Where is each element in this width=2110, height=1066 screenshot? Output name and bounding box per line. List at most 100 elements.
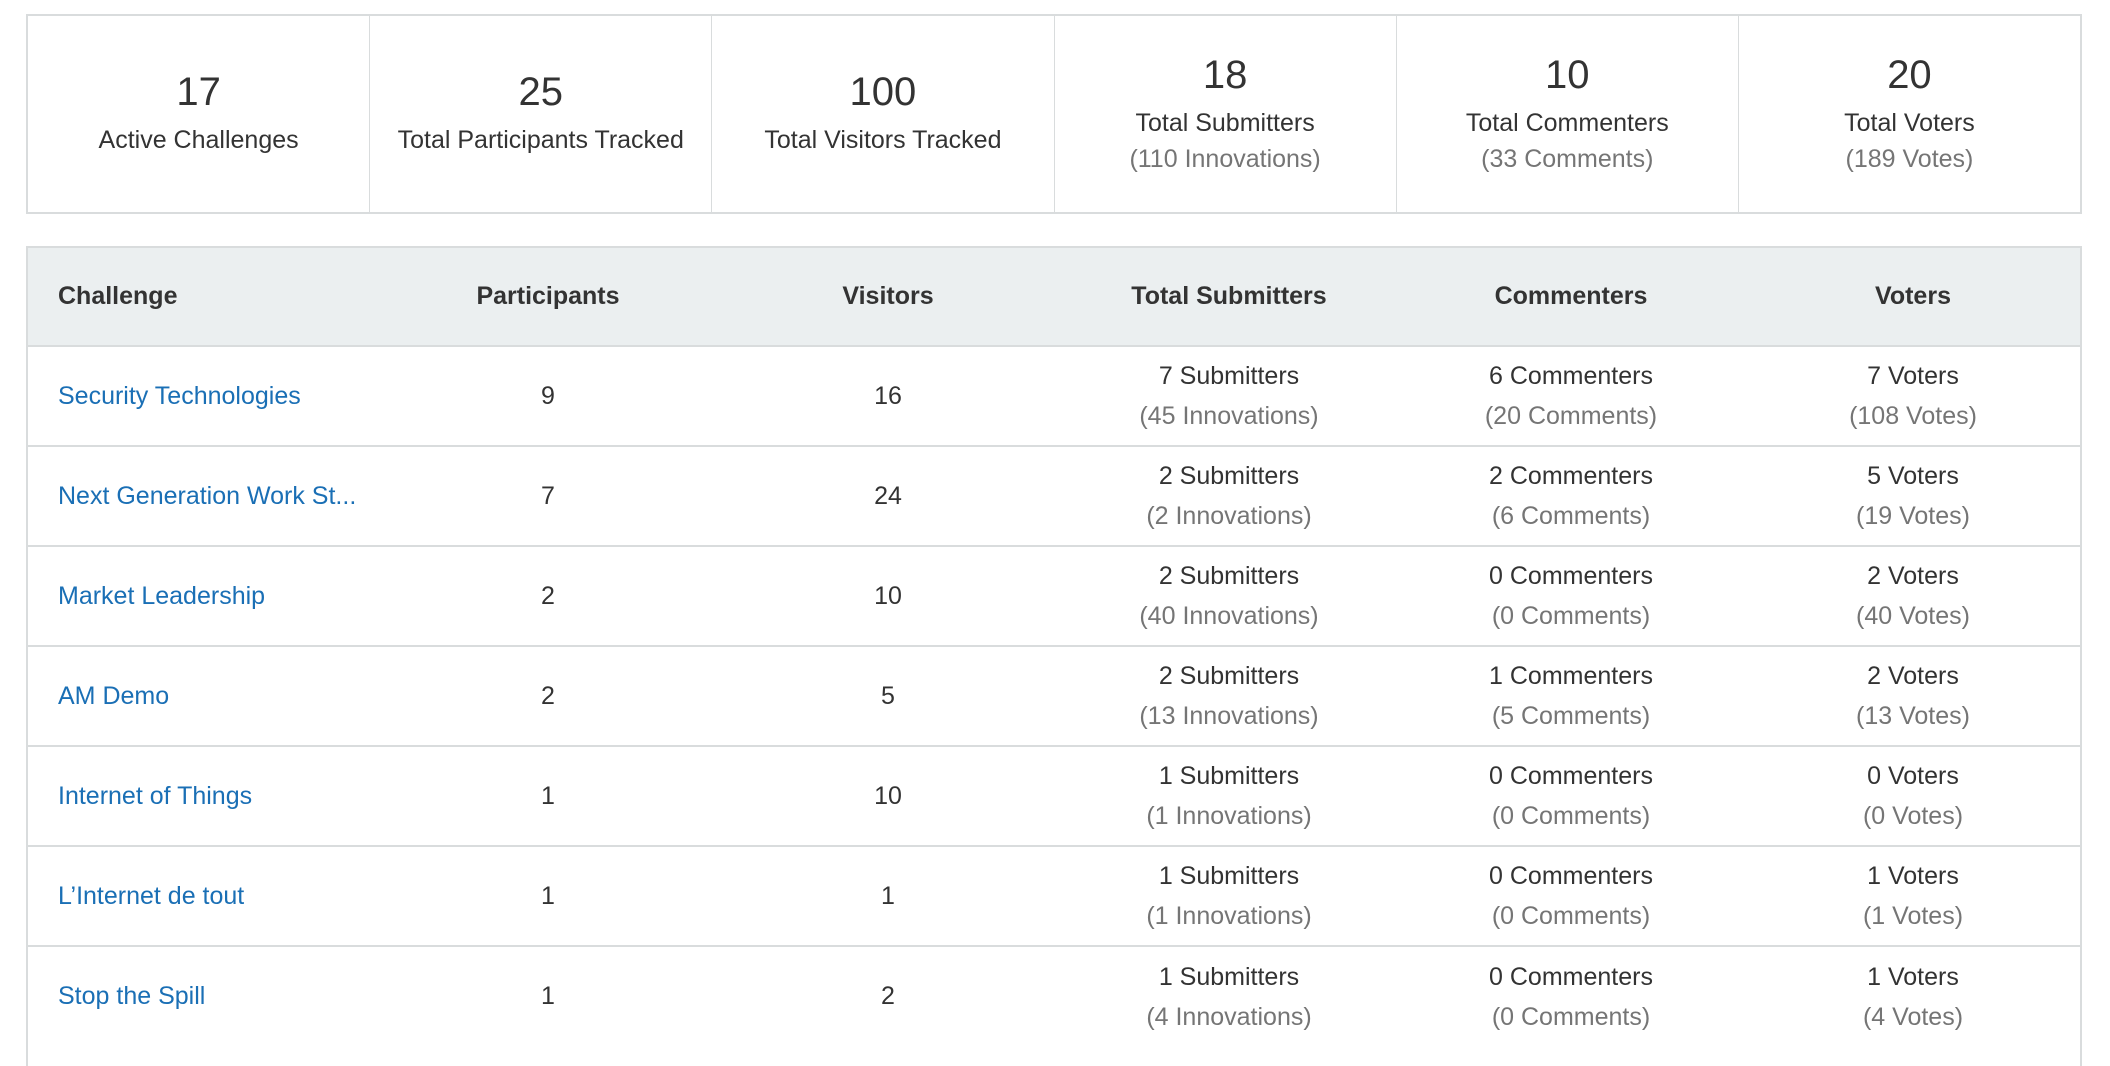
voters-cell: 0 Voters (0 Votes) bbox=[1742, 746, 2080, 846]
submitters-cell: 2 Submitters (2 Innovations) bbox=[1058, 446, 1400, 546]
innovations-count: (2 Innovations) bbox=[1146, 502, 1312, 530]
voters-count: 2 Voters bbox=[1867, 562, 1959, 590]
votes-count: (0 Votes) bbox=[1862, 802, 1964, 830]
table-row: AM Demo 2 5 2 Submitters (13 Innovations)… bbox=[28, 646, 2080, 746]
innovations-count: (13 Innovations) bbox=[1139, 702, 1319, 730]
challenge-link[interactable]: L’Internet de tout bbox=[58, 882, 378, 911]
challenge-link[interactable]: Internet of Things bbox=[58, 782, 378, 811]
visitors-cell: 5 bbox=[881, 681, 895, 710]
submitters-cell: 1 Submitters (1 Innovations) bbox=[1058, 746, 1400, 846]
challenge-table-container: Challenge Participants Visitors Total Su… bbox=[26, 246, 2082, 1066]
participants-cell: 1 bbox=[541, 781, 555, 810]
challenge-link[interactable]: Next Generation Work St... bbox=[58, 482, 378, 511]
voters-cell: 1 Voters (1 Votes) bbox=[1742, 846, 2080, 946]
challenge-link[interactable]: Market Leadership bbox=[58, 582, 378, 611]
commenters-count: 0 Commenters bbox=[1489, 962, 1653, 991]
table-row: Stop the Spill 1 2 1 Submitters (4 Innova… bbox=[28, 946, 2080, 1046]
votes-count: (4 Votes) bbox=[1862, 1002, 1964, 1031]
stat-value: 10 bbox=[1545, 52, 1590, 97]
voters-count: 5 Voters bbox=[1867, 462, 1959, 490]
visitors-cell: 10 bbox=[874, 781, 902, 810]
stat-value: 25 bbox=[518, 70, 564, 115]
table-row: L’Internet de tout 1 1 1 Submitters (1 In… bbox=[28, 846, 2080, 946]
commenters-cell: 2 Commenters (6 Comments) bbox=[1400, 446, 1742, 546]
table-row: Market Leadership 2 10 2 Submitters (40 I… bbox=[28, 546, 2080, 646]
commenters-cell: 0 Commenters (0 Comments) bbox=[1400, 846, 1742, 946]
column-header-visitors: Visitors bbox=[842, 282, 934, 310]
comments-count: (0 Comments) bbox=[1491, 802, 1651, 830]
stat-total-participants: 25 Total Participants Tracked bbox=[370, 16, 713, 212]
commenters-count: 1 Commenters bbox=[1489, 662, 1653, 690]
votes-count: (40 Votes) bbox=[1856, 602, 1970, 630]
comments-count: (0 Comments) bbox=[1491, 602, 1651, 630]
participants-cell: 2 bbox=[541, 681, 555, 710]
commenters-count: 0 Commenters bbox=[1489, 562, 1653, 590]
stat-total-submitters: 18 Total Submitters (110 Innovations) bbox=[1055, 16, 1397, 212]
visitors-cell: 24 bbox=[874, 481, 902, 510]
commenters-count: 6 Commenters bbox=[1489, 362, 1653, 390]
stat-sublabel: (33 Comments) bbox=[1481, 145, 1654, 174]
submitters-cell: 7 Submitters (45 Innovations) bbox=[1058, 346, 1400, 446]
stat-label: Total Voters bbox=[1844, 108, 1975, 137]
innovations-count: (4 Innovations) bbox=[1146, 1002, 1312, 1031]
visitors-cell: 2 bbox=[881, 982, 895, 1010]
stat-total-visitors: 100 Total Visitors Tracked bbox=[712, 16, 1055, 212]
submitters-cell: 1 Submitters (1 Innovations) bbox=[1058, 846, 1400, 946]
stat-sublabel: (189 Votes) bbox=[1845, 145, 1974, 174]
visitors-cell: 10 bbox=[874, 581, 902, 610]
table-row: Security Technologies 9 16 7 Submitters (… bbox=[28, 346, 2080, 446]
submitters-cell: 2 Submitters (40 Innovations) bbox=[1058, 546, 1400, 646]
stat-label: Total Commenters bbox=[1465, 108, 1669, 137]
stat-value: 100 bbox=[849, 70, 917, 115]
comments-count: (0 Comments) bbox=[1491, 1002, 1651, 1031]
participants-cell: 9 bbox=[541, 381, 555, 410]
table-row: Internet of Things 1 10 1 Submitters (1 I… bbox=[28, 746, 2080, 846]
stat-label: Total Submitters bbox=[1135, 108, 1315, 137]
stat-label: Total Visitors Tracked bbox=[764, 126, 1002, 155]
voters-cell: 5 Voters (19 Votes) bbox=[1742, 446, 2080, 546]
submitters-count: 2 Submitters bbox=[1158, 462, 1300, 490]
votes-count: (1 Votes) bbox=[1862, 902, 1964, 930]
stat-total-voters: 20 Total Voters (189 Votes) bbox=[1739, 16, 2080, 212]
commenters-cell: 0 Commenters (0 Comments) bbox=[1400, 746, 1742, 846]
comments-count: (0 Comments) bbox=[1491, 902, 1651, 930]
submitters-count: 7 Submitters bbox=[1158, 362, 1300, 390]
commenters-count: 0 Commenters bbox=[1489, 862, 1653, 890]
voters-count: 1 Voters bbox=[1867, 962, 1959, 991]
submitters-count: 1 Submitters bbox=[1158, 962, 1300, 991]
challenge-link[interactable]: AM Demo bbox=[58, 682, 378, 711]
commenters-cell: 6 Commenters (20 Comments) bbox=[1400, 346, 1742, 446]
voters-count: 7 Voters bbox=[1867, 362, 1959, 390]
comments-count: (5 Comments) bbox=[1491, 702, 1651, 730]
voters-cell: 2 Voters (13 Votes) bbox=[1742, 646, 2080, 746]
innovations-count: (1 Innovations) bbox=[1146, 802, 1312, 830]
commenters-count: 0 Commenters bbox=[1489, 762, 1653, 790]
stat-total-commenters: 10 Total Commenters (33 Comments) bbox=[1397, 16, 1739, 212]
voters-cell: 1 Voters (4 Votes) bbox=[1742, 946, 2080, 1046]
stat-value: 18 bbox=[1202, 52, 1248, 97]
column-header-total-submitters: Total Submitters bbox=[1131, 282, 1327, 310]
votes-count: (13 Votes) bbox=[1856, 702, 1970, 730]
participants-cell: 7 bbox=[541, 481, 555, 510]
comments-count: (6 Comments) bbox=[1491, 502, 1651, 530]
column-header-commenters: Commenters bbox=[1494, 282, 1648, 310]
participants-cell: 1 bbox=[541, 881, 555, 910]
commenters-cell: 0 Commenters (0 Comments) bbox=[1400, 946, 1742, 1046]
challenge-link[interactable]: Stop the Spill bbox=[58, 982, 378, 1011]
commenters-cell: 1 Commenters (5 Comments) bbox=[1400, 646, 1742, 746]
innovations-count: (40 Innovations) bbox=[1139, 602, 1319, 630]
submitters-count: 1 Submitters bbox=[1158, 762, 1300, 790]
column-header-participants: Participants bbox=[476, 282, 620, 310]
participants-cell: 2 bbox=[541, 581, 555, 610]
voters-count: 1 Voters bbox=[1867, 862, 1959, 890]
innovations-count: (45 Innovations) bbox=[1139, 402, 1319, 430]
submitters-count: 2 Submitters bbox=[1158, 562, 1300, 590]
commenters-cell: 0 Commenters (0 Comments) bbox=[1400, 546, 1742, 646]
voters-cell: 2 Voters (40 Votes) bbox=[1742, 546, 2080, 646]
submitters-cell: 2 Submitters (13 Innovations) bbox=[1058, 646, 1400, 746]
challenge-link[interactable]: Security Technologies bbox=[58, 382, 378, 411]
summary-stats-bar: 17 Active Challenges 25 Total Participan… bbox=[26, 14, 2082, 214]
votes-count: (108 Votes) bbox=[1849, 402, 1977, 430]
stat-value: 20 bbox=[1887, 52, 1932, 97]
commenters-count: 2 Commenters bbox=[1489, 462, 1653, 490]
